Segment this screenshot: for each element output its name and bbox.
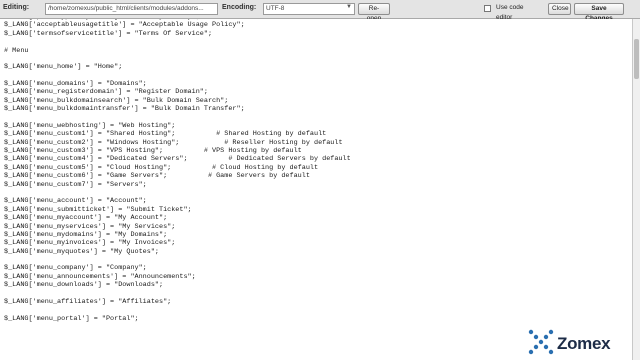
code-line: $_LANG['menu_custom1'] = "Shared Hosting… bbox=[4, 130, 327, 139]
code-line: $_LANG['termsofservicetitle'] = "Terms O… bbox=[4, 29, 213, 38]
brand-mark-dot bbox=[538, 339, 544, 345]
code-line: $_LANG['menu_mydomains'] = "My Domains"; bbox=[4, 230, 168, 239]
close-button[interactable]: Close bbox=[548, 3, 571, 15]
code-line: $_LANG['menu_myservices'] = "My Services… bbox=[4, 222, 176, 231]
file-path-field[interactable]: /home/zomexus/public_html/clients/module… bbox=[45, 3, 218, 15]
code-line: $_LANG['menu_home'] = "Home"; bbox=[4, 63, 123, 72]
brand-mark-dot bbox=[533, 334, 539, 340]
code-line: $_LANG['menu_account'] = "Account"; bbox=[4, 197, 147, 206]
code-line: $_LANG['acceptableusagetitle'] = "Accept… bbox=[4, 21, 245, 30]
editing-label: Editing: bbox=[3, 4, 30, 11]
code-line: $_LANG['menu_affiliates'] = "Affiliates"… bbox=[4, 297, 172, 306]
code-line: $_LANG['menu_company'] = "Company"; bbox=[4, 264, 147, 273]
code-line: $_LANG['menu_myinvoices'] = "My Invoices… bbox=[4, 239, 176, 248]
brand-mark-dot bbox=[548, 329, 554, 335]
code-editor[interactable]: $_LANG['privacypolicytitle'] = "Privacy … bbox=[0, 19, 632, 360]
brand-mark-dot bbox=[543, 334, 549, 340]
code-line: $_LANG['menu_registerdomain'] = "Registe… bbox=[4, 88, 208, 97]
brand-mark-dot bbox=[533, 344, 539, 350]
legacy-editor-label: Use code editor bbox=[496, 4, 524, 21]
encoding-select[interactable]: UTF-8 ▼ bbox=[263, 3, 355, 15]
editor-scrollbar[interactable] bbox=[632, 19, 640, 360]
code-line: $_LANG['menu_custom4'] = "Dedicated Serv… bbox=[4, 155, 351, 164]
code-line: $_LANG['menu_domains'] = "Domains"; bbox=[4, 80, 147, 89]
scrollbar-thumb[interactable] bbox=[634, 39, 639, 79]
brand-mark-dot bbox=[528, 329, 534, 335]
code-line: $_LANG['menu_custom7'] = "Servers"; bbox=[4, 180, 147, 189]
encoding-label: Encoding: bbox=[222, 4, 257, 11]
encoding-value: UTF-8 bbox=[266, 5, 285, 12]
save-changes-button[interactable]: Save Changes bbox=[574, 3, 624, 22]
brand-mark-dot bbox=[543, 344, 549, 350]
code-line: # Menu bbox=[4, 46, 29, 55]
code-line: $_LANG['menu_bulkdomaintransfer'] = "Bul… bbox=[4, 105, 245, 114]
code-line: $_LANG['menu_webhosting'] = "Web Hosting… bbox=[4, 121, 176, 130]
reopen-button[interactable]: Re-open bbox=[358, 3, 390, 22]
code-line: $_LANG['menu_custom2'] = "Windows Hostin… bbox=[4, 138, 343, 147]
editor-toolbar: Editing: /home/zomexus/public_html/clien… bbox=[0, 0, 640, 22]
code-line: $_LANG['menu_custom5'] = "Cloud Hosting"… bbox=[4, 163, 319, 172]
brand-mark-icon bbox=[528, 329, 554, 355]
code-line: $_LANG['menu_myaccount'] = "My Account"; bbox=[4, 214, 168, 223]
code-line: $_LANG['menu_submitticket'] = "Submit Ti… bbox=[4, 205, 192, 214]
legacy-editor-checkbox[interactable] bbox=[484, 5, 491, 12]
code-line: $_LANG['menu_announcements'] = "Announce… bbox=[4, 272, 196, 281]
brand-mark-dot bbox=[528, 349, 534, 355]
code-line: $_LANG['menu_bulkdomainsearch'] = "Bulk … bbox=[4, 96, 229, 105]
code-line: $_LANG['menu_custom3'] = "VPS Hosting"; … bbox=[4, 147, 302, 156]
code-line: $_LANG['menu_myquotes'] = "My Quotes"; bbox=[4, 247, 159, 256]
brand-mark-dot bbox=[548, 349, 554, 355]
code-line: $_LANG['menu_portal'] = "Portal"; bbox=[4, 314, 139, 323]
chevron-down-icon: ▼ bbox=[346, 4, 352, 10]
brand-logo: Zomex bbox=[528, 329, 638, 357]
code-line: $_LANG['menu_downloads'] = "Downloads"; bbox=[4, 281, 164, 290]
logo-text: Zomex bbox=[557, 334, 611, 353]
code-line: $_LANG['menu_custom6'] = "Game Servers";… bbox=[4, 172, 310, 181]
